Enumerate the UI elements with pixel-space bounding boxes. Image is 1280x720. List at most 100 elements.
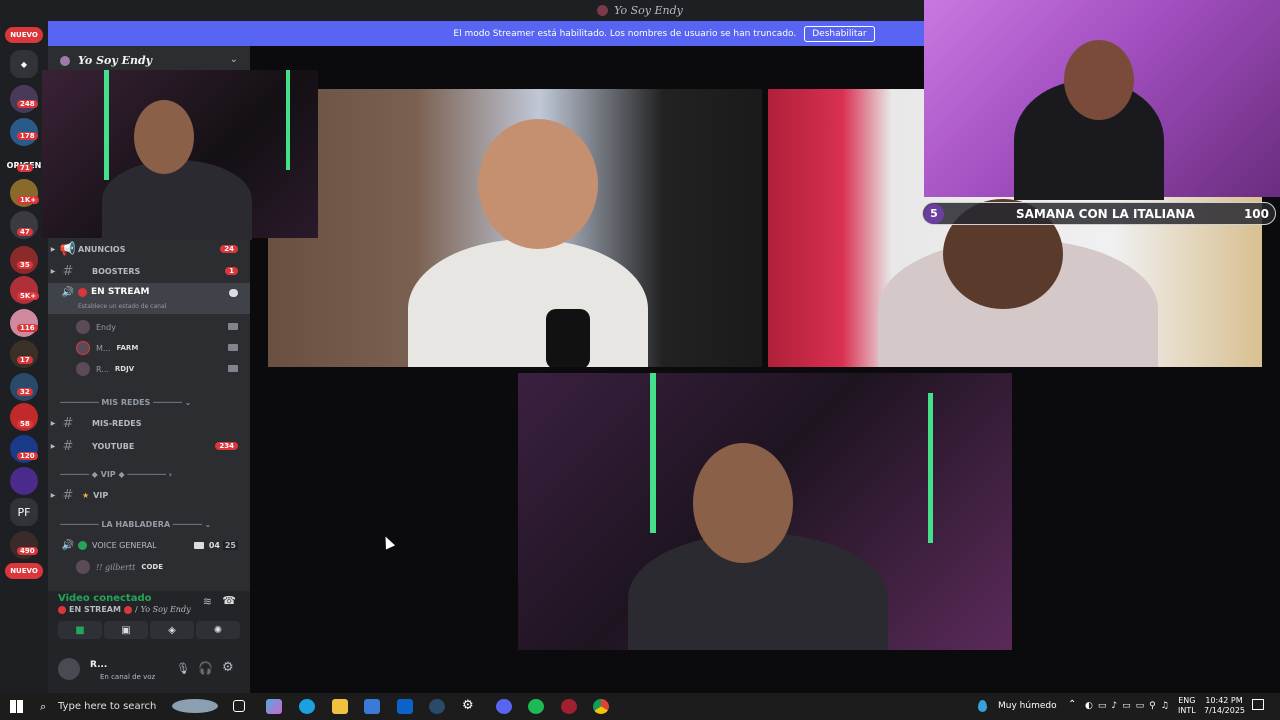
store-icon[interactable] <box>364 699 380 714</box>
category-vip[interactable]: ────── ◆ VIP ◆ ──────── › <box>60 470 172 479</box>
channel-voice-general[interactable]: 🔊 VOICE GENERAL 04 25 <box>48 535 250 555</box>
server-icon-13[interactable] <box>10 467 38 495</box>
spotify-icon[interactable] <box>528 699 544 714</box>
disconnect-icon[interactable]: ☎ <box>222 594 236 607</box>
globe-icon <box>78 540 87 550</box>
server-icon-1[interactable] <box>10 85 38 113</box>
voice-user[interactable]: !! gilbertt CODE <box>76 558 163 576</box>
light-strip <box>286 70 290 170</box>
camera-icon <box>228 323 238 330</box>
voice-user[interactable]: M... FARM <box>76 339 138 357</box>
app-icon[interactable] <box>561 699 577 714</box>
hash-icon: # <box>62 487 74 503</box>
microphone-icon[interactable]: 🎙 <box>176 662 190 675</box>
server-name[interactable]: Yo Soy Endy <box>78 54 152 67</box>
overlay-number: 5 <box>924 203 944 224</box>
channel-label: YOUTUBE <box>92 441 135 451</box>
channel-label: ANUNCIOS <box>78 244 126 254</box>
soundboard-button[interactable]: ✺ <box>196 621 240 639</box>
camera-button[interactable]: ■ <box>58 621 102 639</box>
windows-start-icon[interactable] <box>10 700 23 713</box>
category-mis-redes[interactable]: ──────── MIS REDES ────── ⌄ <box>60 398 191 407</box>
channel-status[interactable]: Establece un estado de canal <box>78 303 166 310</box>
voice-status-channel[interactable]: EN STREAM / Yo Soy Endy <box>58 605 191 614</box>
server-badge-2: 178 <box>17 132 38 140</box>
voice-connection-panel: Video conectado EN STREAM / Yo Soy Endy … <box>48 591 250 647</box>
server-list: NUEVO ◆ 248 178 ORIGEN 71 1K+ 47 35 5K+ … <box>0 21 48 693</box>
activity-button[interactable]: ◈ <box>150 621 194 639</box>
category-label: LA HABLADERA <box>101 520 171 529</box>
server-avatar-icon <box>597 5 609 16</box>
chevron-down-icon[interactable]: ⌄ <box>230 54 238 65</box>
voice-user[interactable]: Endy <box>76 318 116 336</box>
user-name[interactable]: R... <box>90 660 107 670</box>
category-habladera[interactable]: ──────── LA HABLADERA ────── ⌄ <box>60 520 211 529</box>
chat-bubble-icon[interactable] <box>229 289 238 297</box>
channel-label: VIP <box>93 490 109 500</box>
weather-text[interactable]: Muy húmedo <box>998 701 1057 711</box>
channel-youtube[interactable]: ▶ # YOUTUBE 234 <box>48 436 250 456</box>
overlay-title: SAMANA CON LA ITALIANA <box>1016 206 1195 221</box>
server-icon-6[interactable] <box>10 246 38 274</box>
channel-vip[interactable]: ▶ # ★ VIP <box>48 485 250 505</box>
collapse-arrow-icon: ▶ <box>50 491 56 499</box>
pip-video[interactable] <box>42 70 318 240</box>
server-icon-8[interactable] <box>10 309 38 337</box>
outlook-icon[interactable] <box>397 699 413 714</box>
taskbar-search[interactable]: Type here to search <box>58 701 156 712</box>
chevron-up-icon[interactable]: ⌃ <box>1068 699 1076 710</box>
channel-anuncios[interactable]: ▶ 📢 ANUNCIOS 24 <box>48 239 250 259</box>
stream-overlay-bar: 5 SAMANA CON LA ITALIANA 100 <box>922 202 1276 225</box>
pf-label: PF <box>17 505 31 519</box>
server-icon-pf[interactable]: PF <box>10 498 38 526</box>
channel-mis-redes[interactable]: ▶ # MIS-REDES <box>48 413 250 433</box>
voice-user-tag: CODE <box>141 563 164 571</box>
live-dot-icon <box>123 605 132 614</box>
avatar[interactable] <box>58 658 80 680</box>
video-tile-3[interactable] <box>518 373 1012 650</box>
discord-icon[interactable] <box>496 699 512 714</box>
video-tile-1[interactable] <box>268 89 762 367</box>
server-badge-1: 248 <box>17 100 38 108</box>
speaker-icon: 🔊 <box>61 287 75 298</box>
settings-icon[interactable]: ⚙ <box>462 698 478 713</box>
voice-user-tag: RDJV <box>114 365 135 373</box>
windows-taskbar: ⌕ Type here to search ⚙ Muy húmedo ⌃ ◐▭♪… <box>0 693 1280 720</box>
light-strip <box>650 373 656 533</box>
chrome-icon[interactable] <box>593 699 609 714</box>
screen-share-button[interactable]: ▣ <box>104 621 148 639</box>
channel-boosters[interactable]: ▶ # BOOSTERS 1 <box>48 261 250 281</box>
channel-label: EN STREAM <box>91 287 150 297</box>
language-indicator[interactable]: ENG INTL <box>1178 696 1196 716</box>
notification-icon[interactable] <box>1252 699 1264 710</box>
system-tray-icons[interactable]: ◐▭♪▭▭⚲♫ <box>1085 701 1174 711</box>
edge-icon[interactable] <box>299 699 315 714</box>
server-badge-3: 71 <box>17 164 33 172</box>
discord-home-icon[interactable]: ◆ <box>10 50 38 78</box>
person-head <box>134 100 194 174</box>
task-view-icon[interactable] <box>233 700 245 712</box>
clock[interactable]: 10:42 PM 7/14/2025 <box>1204 696 1245 716</box>
camera-icon <box>228 344 238 351</box>
person-figure <box>408 239 648 367</box>
disable-streamer-button[interactable]: Deshabilitar <box>804 25 875 42</box>
voice-status-title[interactable]: Video conectado <box>58 593 151 604</box>
star-icon: ★ <box>82 490 90 500</box>
new-badge-bottom[interactable]: NUEVO <box>5 563 43 579</box>
voice-user-name: M... <box>96 343 111 353</box>
shark-icon <box>172 699 218 713</box>
steam-icon[interactable] <box>429 699 445 714</box>
channel-label: MIS-REDES <box>92 418 142 428</box>
headphones-icon[interactable]: 🎧 <box>198 661 213 675</box>
copilot-icon[interactable] <box>266 699 282 714</box>
hash-icon: # <box>62 263 74 279</box>
file-explorer-icon[interactable] <box>332 699 348 714</box>
server-icon-10[interactable] <box>10 373 38 401</box>
voice-user[interactable]: R... RDJV <box>76 360 134 378</box>
avatar <box>76 560 90 574</box>
person-figure <box>102 160 252 240</box>
lang-secondary: INTL <box>1178 706 1196 715</box>
noise-suppression-icon[interactable]: ≋ <box>203 595 212 608</box>
new-badge[interactable]: NUEVO <box>5 27 43 43</box>
gear-icon[interactable]: ⚙ <box>222 660 234 675</box>
